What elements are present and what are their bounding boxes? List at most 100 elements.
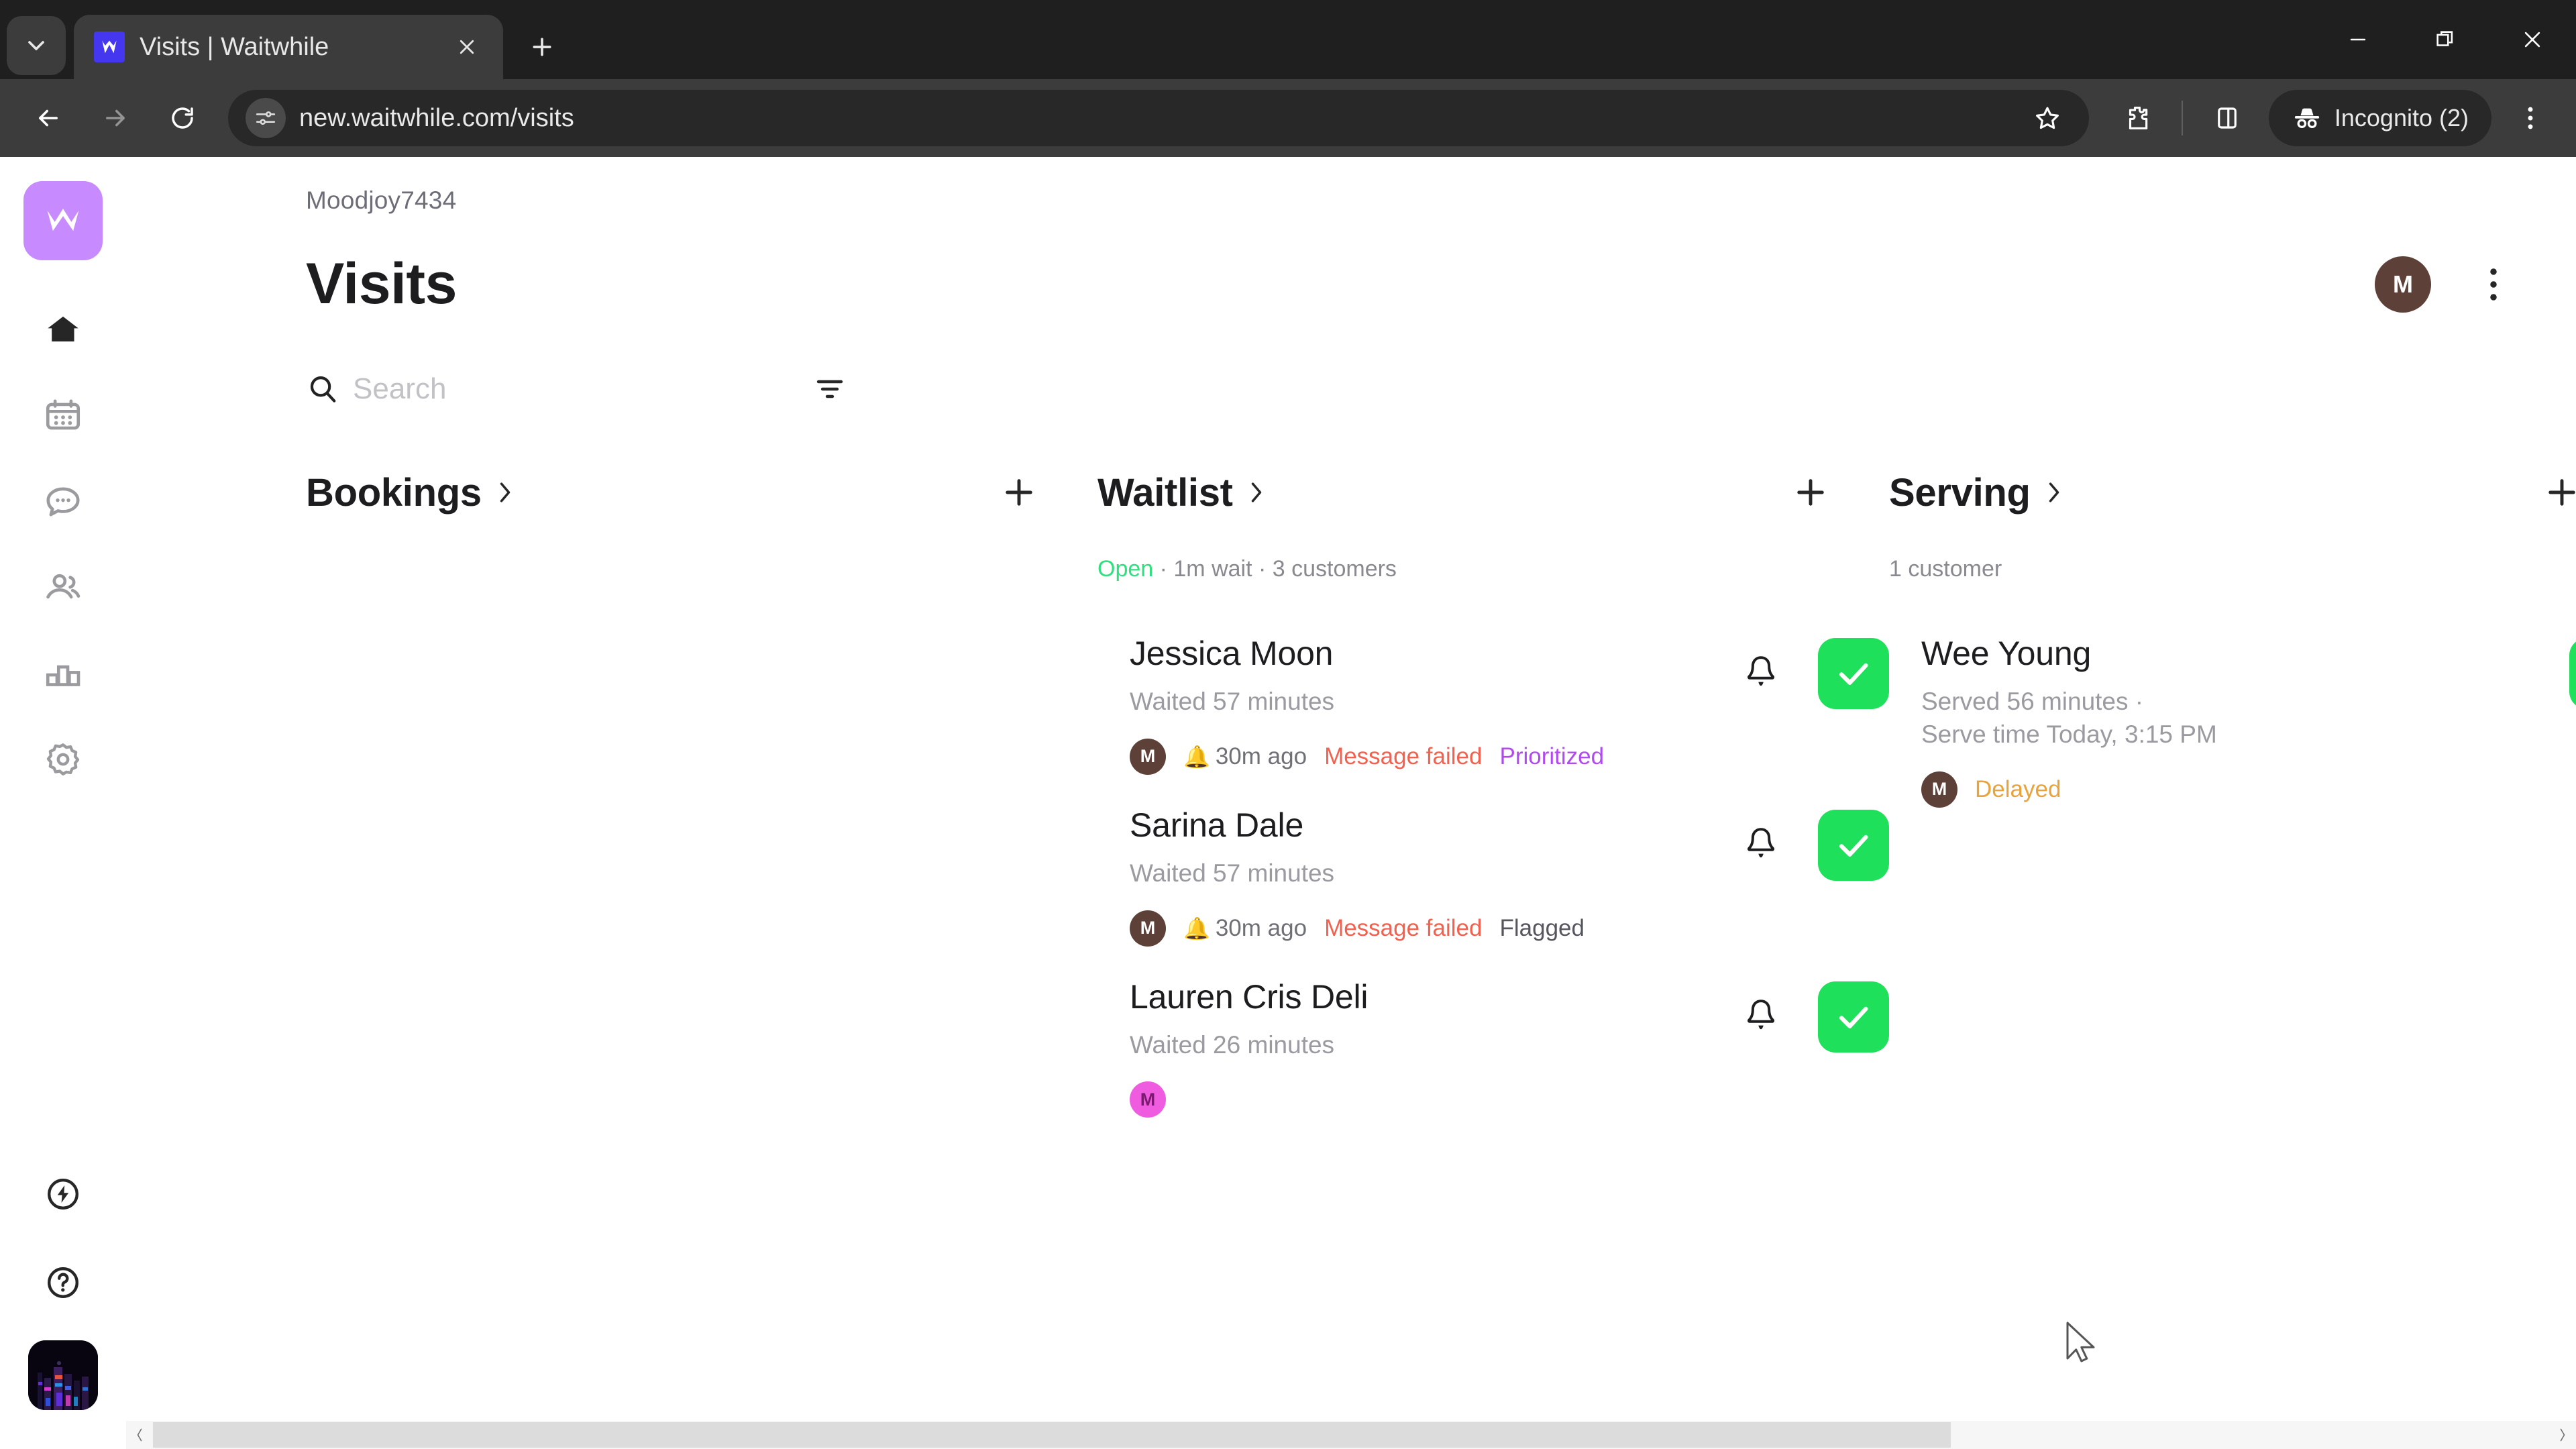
chevron-right-icon[interactable]	[2045, 478, 2063, 507]
filter-button[interactable]	[804, 363, 856, 415]
serve-button[interactable]	[1818, 981, 1889, 1053]
forward-button[interactable]	[85, 87, 146, 149]
add-waitlist-button[interactable]	[1784, 466, 1837, 519]
add-serving-button[interactable]	[2536, 466, 2576, 519]
side-panel-button[interactable]	[2198, 89, 2257, 148]
add-booking-button[interactable]	[993, 466, 1045, 519]
scroll-left-button[interactable]	[126, 1421, 153, 1449]
waitwhile-favicon	[94, 32, 125, 62]
serve-button[interactable]	[1818, 638, 1889, 709]
sidebar-item-customers[interactable]	[26, 557, 100, 619]
sidebar-item-help[interactable]	[26, 1252, 100, 1313]
visit-name: Lauren Cris Deli	[1130, 977, 1368, 1016]
browser-window: Visits | Waitwhile new.waitwhile.com/vis…	[0, 0, 2576, 1449]
visit-card-main: Jessica Moon Waited 57 minutes M 🔔 30m a…	[1130, 633, 1736, 775]
minimize-icon	[2350, 38, 2366, 41]
tab-title: Visits | Waitwhile	[140, 32, 329, 61]
back-button[interactable]	[17, 87, 79, 149]
bookmark-star-icon[interactable]	[2018, 89, 2077, 148]
sidebar-item-settings[interactable]	[26, 729, 100, 790]
app-sidebar	[0, 157, 126, 1449]
side-panel-icon	[2218, 107, 2237, 129]
question-circle-icon	[48, 1267, 78, 1298]
plus-icon	[1797, 479, 1824, 506]
column-title[interactable]: Bookings	[306, 470, 482, 515]
reload-button[interactable]	[152, 87, 213, 149]
complete-button[interactable]	[2569, 638, 2576, 709]
filter-icon	[816, 380, 843, 398]
chevron-left-icon	[137, 1428, 142, 1442]
status-badge-delayed: Delayed	[1975, 775, 2061, 802]
toolbar-divider	[2181, 101, 2183, 136]
browser-tab[interactable]: Visits | Waitwhile	[74, 15, 503, 79]
notify-button[interactable]	[1736, 820, 1786, 870]
status-badge-message-failed: Message failed	[1324, 743, 1483, 769]
notify-button[interactable]	[1736, 992, 1786, 1042]
breadcrumb[interactable]: Moodjoy7434	[306, 186, 2514, 215]
sidebar-item-messages[interactable]	[26, 471, 100, 533]
chevron-right-icon	[1251, 482, 1261, 502]
sidebar-item-power[interactable]	[26, 1163, 100, 1225]
visit-avatar: M	[1130, 910, 1166, 947]
chevron-right-icon[interactable]	[1248, 478, 1265, 507]
status-badge-prioritized: Prioritized	[1499, 743, 1605, 769]
window-close-button[interactable]	[2489, 0, 2576, 79]
waitlist-meta-text: · 1m wait · 3 customers	[1153, 556, 1397, 582]
window-maximize-button[interactable]	[2402, 0, 2489, 79]
column-meta-bookings	[306, 556, 1097, 584]
lightning-circle-icon	[48, 1179, 78, 1210]
extensions-button[interactable]	[2108, 89, 2167, 148]
close-icon	[2524, 32, 2540, 48]
visit-card[interactable]: Jessica Moon Waited 57 minutes M 🔔 30m a…	[1097, 618, 1889, 790]
reload-icon	[172, 107, 193, 129]
visit-time-text: 30m ago	[1215, 914, 1307, 941]
chrome-menu-button[interactable]	[2504, 87, 2557, 149]
sidebar-item-calendar[interactable]	[26, 385, 100, 447]
visit-card[interactable]: Sarina Dale Waited 57 minutes M 🔔 30m ag…	[1097, 790, 1889, 961]
sidebar-nav	[26, 299, 100, 790]
three-dots-vertical-icon	[2490, 268, 2497, 301]
account-photo-avatar[interactable]	[28, 1340, 98, 1410]
tab-search-button[interactable]	[7, 16, 66, 75]
workspace-logo[interactable]	[23, 181, 103, 260]
address-bar[interactable]: new.waitwhile.com/visits	[228, 90, 2089, 146]
serving-card-list: Wee Young Served 56 minutes · Serve time…	[1889, 618, 2576, 822]
search-row	[306, 363, 856, 415]
sidebar-item-analytics[interactable]	[26, 643, 100, 704]
waitlist-card-list: Jessica Moon Waited 57 minutes M 🔔 30m a…	[1097, 618, 1889, 1132]
visit-subtitle: Waited 57 minutes	[1130, 688, 1335, 715]
tab-close-icon[interactable]	[449, 30, 484, 64]
column-header-waitlist: Waitlist	[1097, 466, 1889, 519]
check-icon	[1839, 835, 1868, 857]
site-settings-icon[interactable]	[246, 98, 286, 138]
column-title[interactable]: Waitlist	[1097, 470, 1233, 515]
window-controls	[2314, 0, 2576, 79]
page-more-button[interactable]	[2473, 256, 2514, 313]
scrollbar-thumb[interactable]	[153, 1422, 1951, 1448]
incognito-indicator[interactable]: Incognito (2)	[2268, 90, 2491, 146]
title-row: Visits M	[306, 251, 2514, 317]
user-avatar[interactable]: M	[2375, 256, 2431, 313]
visit-name: Wee Young	[1921, 635, 2092, 672]
visit-card[interactable]: Wee Young Served 56 minutes · Serve time…	[1889, 618, 2576, 822]
visit-card[interactable]: Lauren Cris Deli Waited 26 minutes M	[1097, 961, 1889, 1133]
new-tab-button[interactable]	[515, 20, 569, 74]
plus-icon	[533, 38, 551, 56]
notify-button[interactable]	[1736, 649, 1786, 698]
incognito-icon	[2294, 108, 2320, 129]
chevron-down-icon	[28, 41, 44, 50]
incognito-label: Incognito (2)	[2334, 104, 2469, 131]
search-input[interactable]	[346, 368, 804, 410]
serve-button[interactable]	[1818, 809, 1889, 881]
column-title[interactable]: Serving	[1889, 470, 2031, 515]
chat-bubble-icon	[46, 487, 80, 517]
window-minimize-button[interactable]	[2314, 0, 2402, 79]
chevron-right-icon[interactable]	[496, 478, 514, 507]
scrollbar-track[interactable]	[153, 1421, 2549, 1449]
visits-board: Bookings Waitlist Open · 1m wait · 3 cus…	[126, 466, 2576, 1449]
horizontal-scrollbar[interactable]	[126, 1421, 2576, 1449]
magnifier-icon	[310, 376, 336, 402]
sidebar-item-home[interactable]	[26, 299, 100, 361]
visit-subtitle: Served 56 minutes · Serve time Today, 3:…	[1921, 688, 2217, 748]
scroll-right-button[interactable]	[2549, 1421, 2576, 1449]
